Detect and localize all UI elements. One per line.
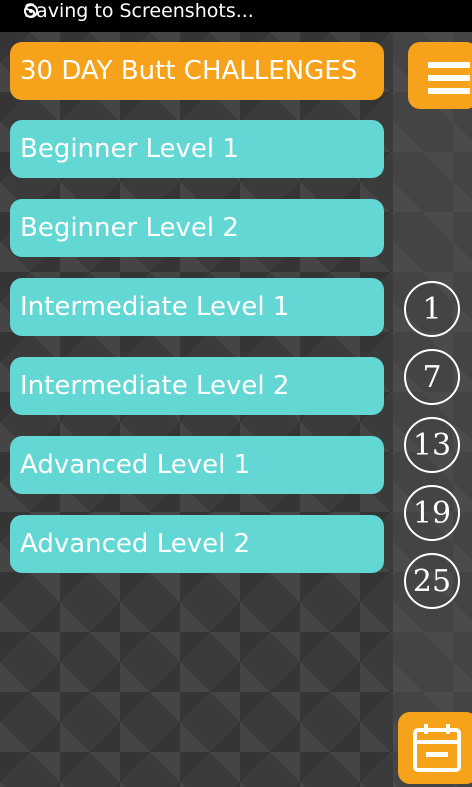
day-number: 25 bbox=[412, 563, 452, 599]
level-button-advanced-2[interactable]: Advanced Level 2 bbox=[10, 515, 384, 573]
calendar-button[interactable] bbox=[398, 712, 472, 784]
day-strip bbox=[393, 32, 472, 787]
day-number: 13 bbox=[412, 427, 452, 463]
day-number: 1 bbox=[422, 291, 442, 327]
level-button-beginner-2[interactable]: Beginner Level 2 bbox=[10, 199, 384, 257]
hamburger-menu-icon bbox=[428, 62, 470, 94]
level-label: Advanced Level 1 bbox=[20, 450, 251, 480]
day-circle-25[interactable]: 25 bbox=[404, 553, 460, 609]
status-text: Saving to Screenshots... bbox=[24, 0, 254, 22]
calendar-icon bbox=[413, 724, 461, 772]
level-label: Intermediate Level 2 bbox=[20, 371, 290, 401]
day-number: 19 bbox=[412, 495, 452, 531]
screenshot-icon bbox=[24, 4, 38, 18]
day-circle-19[interactable]: 19 bbox=[404, 485, 460, 541]
day-circle-1[interactable]: 1 bbox=[404, 281, 460, 337]
level-label: Beginner Level 2 bbox=[20, 213, 239, 243]
level-button-beginner-1[interactable]: Beginner Level 1 bbox=[10, 120, 384, 178]
level-button-intermediate-1[interactable]: Intermediate Level 1 bbox=[10, 278, 384, 336]
level-label: Beginner Level 1 bbox=[20, 134, 239, 164]
day-number: 7 bbox=[422, 359, 442, 395]
level-button-advanced-1[interactable]: Advanced Level 1 bbox=[10, 436, 384, 494]
level-label: Intermediate Level 1 bbox=[20, 292, 290, 322]
title-button[interactable]: 30 DAY Butt CHALLENGES bbox=[10, 42, 384, 100]
status-bar: Saving to Screenshots... bbox=[0, 0, 472, 32]
day-circle-13[interactable]: 13 bbox=[404, 417, 460, 473]
level-button-intermediate-2[interactable]: Intermediate Level 2 bbox=[10, 357, 384, 415]
menu-button[interactable] bbox=[408, 42, 472, 109]
title-text: 30 DAY Butt CHALLENGES bbox=[20, 56, 358, 86]
level-label: Advanced Level 2 bbox=[20, 529, 251, 559]
day-circle-7[interactable]: 7 bbox=[404, 349, 460, 405]
